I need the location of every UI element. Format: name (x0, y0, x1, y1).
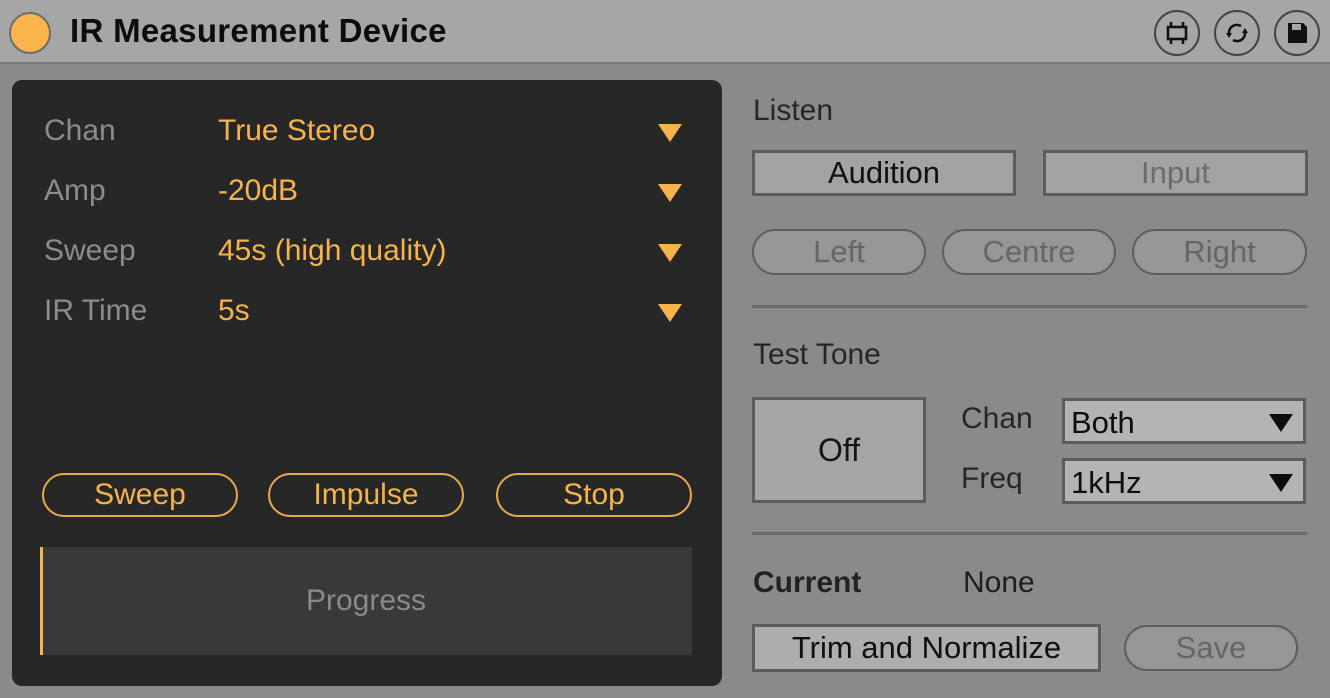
param-row-amp[interactable]: Amp -20dB (12, 170, 722, 220)
refresh-icon (1226, 23, 1248, 43)
device-power-toggle[interactable] (9, 12, 51, 54)
stop-button[interactable]: Stop (496, 473, 692, 517)
dropdown-arrow-icon[interactable] (658, 304, 682, 322)
save-button[interactable]: Save (1124, 625, 1298, 671)
param-value[interactable]: 5s (218, 294, 250, 328)
param-row-chan[interactable]: Chan True Stereo (12, 110, 722, 160)
param-label: Sweep (44, 234, 136, 267)
dropdown-arrow-icon[interactable] (658, 124, 682, 142)
dropdown-arrow-icon (1269, 474, 1293, 492)
progress-label: Progress (305, 584, 427, 617)
dropdown-arrow-icon (1269, 414, 1293, 432)
measurement-panel: Chan True Stereo Amp -20dB Sweep 45s (hi… (12, 80, 722, 686)
param-value[interactable]: -20dB (218, 174, 298, 208)
tone-freq-value: 1kHz (1071, 465, 1142, 500)
save-disk-icon (1288, 23, 1307, 43)
progress-bar: Progress (40, 547, 692, 655)
listen-right-button[interactable]: Right (1132, 229, 1307, 275)
trim-normalize-button[interactable]: Trim and Normalize (752, 624, 1101, 672)
tone-freq-label: Freq (961, 462, 1023, 495)
dropdown-arrow-icon[interactable] (658, 244, 682, 262)
input-button[interactable]: Input (1043, 150, 1308, 196)
param-value[interactable]: True Stereo (218, 114, 375, 148)
listen-centre-button[interactable]: Centre (942, 229, 1116, 275)
audition-button[interactable]: Audition (752, 150, 1016, 196)
tone-chan-label: Chan (961, 402, 1033, 435)
tone-chan-value: Both (1071, 405, 1135, 440)
param-row-sweep[interactable]: Sweep 45s (high quality) (12, 230, 722, 280)
listen-left-button[interactable]: Left (752, 229, 926, 275)
sweep-button[interactable]: Sweep (42, 473, 238, 517)
impulse-button[interactable]: Impulse (268, 473, 464, 517)
section-divider (752, 305, 1307, 308)
save-preset-button[interactable] (1274, 10, 1320, 56)
test-tone-heading: Test Tone (753, 338, 881, 371)
param-row-ir-time[interactable]: IR Time 5s (12, 290, 722, 340)
device-title: IR Measurement Device (70, 12, 447, 49)
test-tone-toggle[interactable]: Off (752, 397, 926, 503)
freeze-device-button[interactable] (1154, 10, 1200, 56)
param-value[interactable]: 45s (high quality) (218, 234, 446, 268)
param-label: Chan (44, 114, 116, 147)
dropdown-arrow-icon[interactable] (658, 184, 682, 202)
param-label: IR Time (44, 294, 148, 327)
device-title-bar: IR Measurement Device (0, 0, 1330, 64)
tone-freq-select[interactable]: 1kHz (1062, 458, 1306, 504)
freeze-device-icon (1166, 22, 1188, 44)
param-label: Amp (44, 174, 106, 207)
refresh-button[interactable] (1214, 10, 1260, 56)
tone-chan-select[interactable]: Both (1062, 398, 1306, 444)
listen-heading: Listen (753, 94, 834, 127)
current-label: Current (753, 566, 862, 599)
current-value: None (963, 566, 1035, 599)
section-divider (752, 532, 1307, 535)
